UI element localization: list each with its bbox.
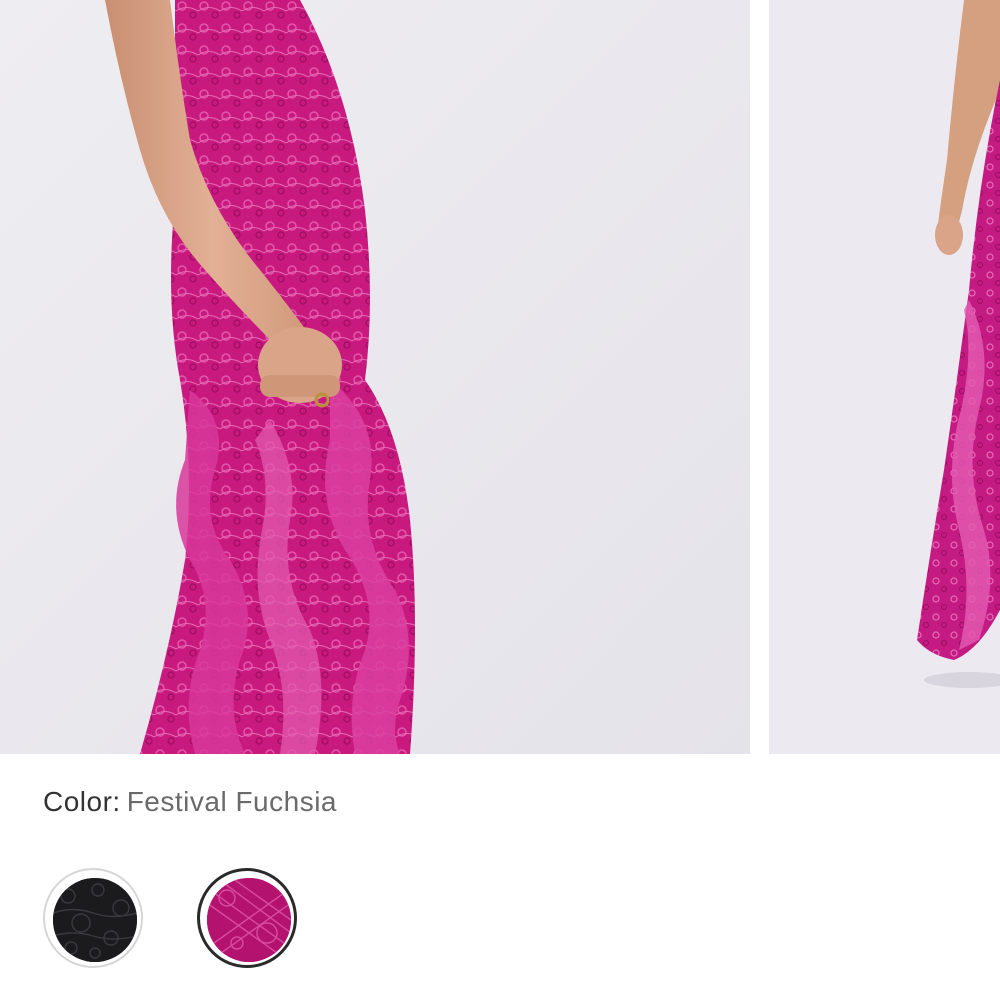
product-image-2[interactable]	[769, 0, 1000, 754]
fuchsia-lace-texture-icon	[207, 878, 291, 962]
dress-photo-full	[769, 0, 1000, 754]
selected-color-name: Festival Fuchsia	[126, 786, 337, 817]
color-label: Color:	[43, 786, 121, 817]
swatch-black-fill	[53, 878, 137, 962]
black-lace-texture-icon	[53, 878, 137, 962]
color-selector-heading: Color: Festival Fuchsia	[43, 786, 337, 818]
product-image-carousel[interactable]	[0, 0, 1000, 754]
color-swatch-fuchsia[interactable]	[197, 868, 297, 968]
dress-photo-closeup	[0, 0, 750, 754]
product-page: Color: Festival Fuchsia	[0, 0, 1000, 1000]
color-swatch-black[interactable]	[43, 868, 143, 968]
swatch-fuchsia-fill	[207, 878, 291, 962]
product-image-1[interactable]	[0, 0, 750, 754]
